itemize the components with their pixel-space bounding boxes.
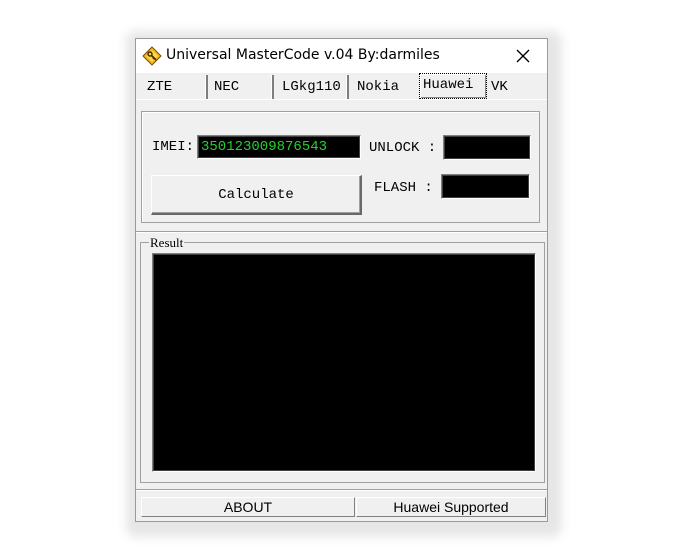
flash-field[interactable] — [441, 174, 530, 199]
result-textarea[interactable] — [152, 253, 536, 472]
calculate-button[interactable]: Calculate — [151, 175, 362, 215]
status-panel: Huawei Supported — [356, 497, 546, 517]
app-window: Universal MasterCode v.04 By:darmiles ZT… — [135, 38, 548, 522]
unlock-field[interactable] — [443, 135, 531, 160]
status-text: Huawei Supported — [393, 499, 509, 515]
unlock-value — [444, 139, 447, 155]
imei-value: 350123009876543 — [201, 139, 328, 155]
flash-label: FLASH : — [374, 180, 433, 196]
result-legend: Result — [149, 235, 185, 250]
statusbar-divider — [136, 489, 547, 491]
tab-huawei[interactable]: Huawei — [419, 73, 487, 99]
title-bar[interactable]: Universal MasterCode v.04 By:darmiles — [136, 39, 547, 73]
calculate-label: Calculate — [218, 186, 294, 203]
diamond-key-icon — [142, 46, 162, 66]
tab-zte[interactable]: ZTE — [144, 75, 208, 99]
about-label: ABOUT — [223, 499, 273, 515]
tab-vk[interactable]: VK — [488, 75, 528, 99]
imei-label: IMEI: — [152, 139, 195, 155]
tab-nokia[interactable]: Nokia — [354, 75, 416, 99]
section-divider — [136, 231, 547, 233]
imei-field[interactable]: 350123009876543 — [197, 135, 361, 159]
tab-lgkg110[interactable]: LGkg110 — [279, 75, 349, 99]
flash-value — [442, 178, 445, 194]
unlock-label: UNLOCK : — [369, 140, 437, 156]
tab-nec[interactable]: NEC — [211, 75, 274, 99]
result-text — [153, 257, 156, 273]
tab-strip-edge — [136, 99, 547, 100]
close-icon[interactable] — [510, 44, 536, 68]
window-title: Universal MasterCode v.04 By:darmiles — [166, 47, 440, 63]
about-button[interactable]: ABOUT — [141, 497, 355, 517]
